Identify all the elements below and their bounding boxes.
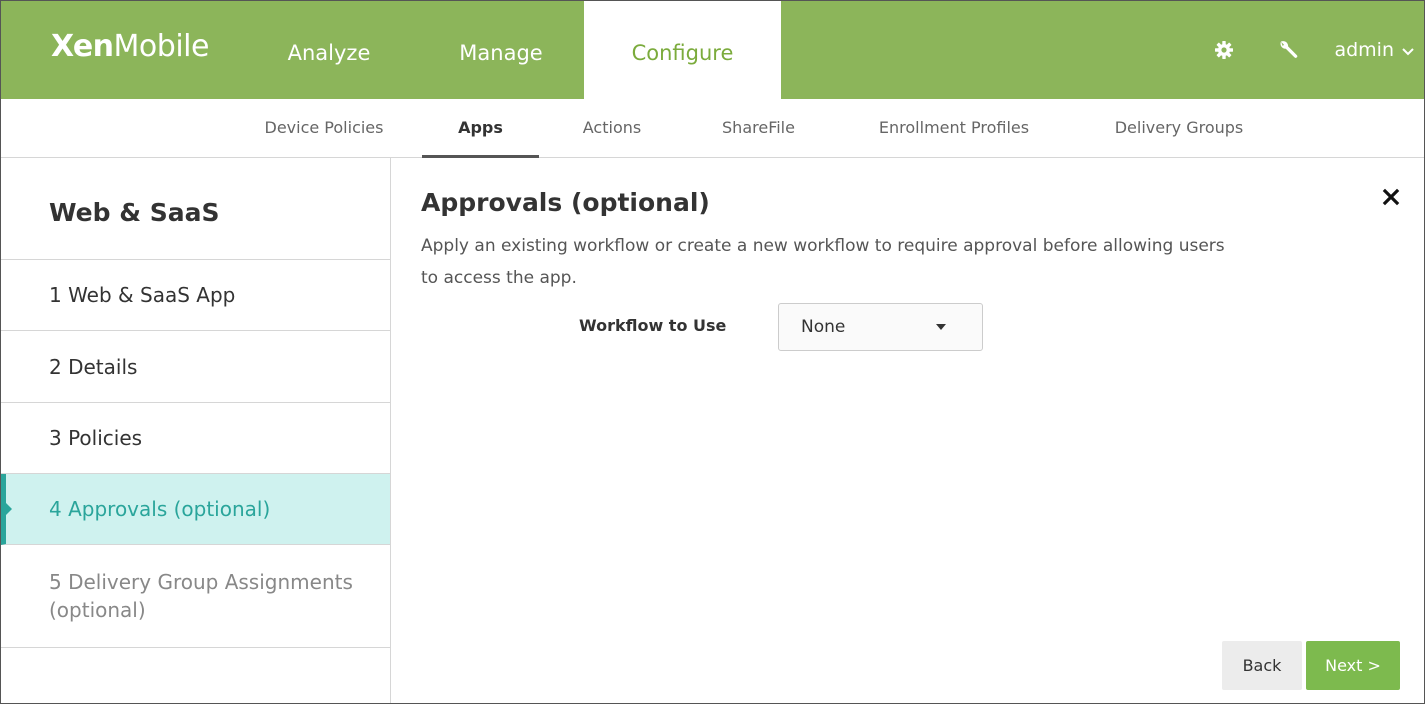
step-label: 5 Delivery Group Assignments (optional) (49, 570, 353, 622)
sidebar-title: Web & SaaS (1, 158, 390, 260)
step-delivery-group-assignments[interactable]: 5 Delivery Group Assignments (optional) (1, 545, 390, 648)
nav-manage[interactable]: Manage (421, 1, 581, 99)
sub-navigation: Device Policies Apps Actions ShareFile E… (1, 99, 1424, 158)
tab-sharefile[interactable]: ShareFile (701, 99, 816, 158)
page-title: Approvals (optional) (421, 188, 710, 217)
step-web-saas-app[interactable]: 1 Web & SaaS App (1, 260, 390, 331)
tab-enrollment-profiles[interactable]: Enrollment Profiles (859, 99, 1049, 158)
wizard-sidebar: Web & SaaS 1 Web & SaaS App 2 Details 3 … (1, 158, 391, 703)
step-policies[interactable]: 3 Policies (1, 403, 390, 474)
tab-delivery-groups[interactable]: Delivery Groups (1099, 99, 1259, 158)
step-label: 4 Approvals (optional) (49, 497, 271, 521)
workflow-label: Workflow to Use (579, 316, 727, 335)
step-approvals[interactable]: 4 Approvals (optional) (1, 474, 390, 545)
step-details[interactable]: 2 Details (1, 331, 390, 403)
top-navigation-bar: XenMobile Analyze Manage Configure admin (1, 1, 1424, 100)
tab-device-policies[interactable]: Device Policies (249, 99, 399, 158)
wrench-icon[interactable] (1268, 30, 1308, 70)
tab-actions[interactable]: Actions (567, 99, 657, 158)
xenmobile-logo: XenMobile (51, 29, 209, 64)
description-line: Apply an existing workflow or create a n… (421, 236, 1225, 256)
user-menu[interactable]: admin (1334, 39, 1414, 61)
workflow-selected-value: None (801, 317, 846, 337)
step-label: 1 Web & SaaS App (49, 283, 236, 307)
gear-icon[interactable] (1204, 30, 1244, 70)
next-button[interactable]: Next > (1306, 641, 1400, 690)
caret-down-icon (936, 324, 946, 330)
description-line: to access the app. (421, 268, 577, 288)
main-content: Approvals (optional) Apply an existing w… (391, 158, 1424, 703)
back-button[interactable]: Back (1222, 641, 1302, 690)
step-label: 3 Policies (49, 426, 143, 450)
step-label: 2 Details (49, 354, 138, 379)
user-name: admin (1334, 39, 1394, 61)
close-icon[interactable] (1380, 186, 1402, 208)
nav-configure[interactable]: Configure (584, 1, 781, 100)
chevron-down-icon (1402, 39, 1414, 61)
app-window: XenMobile Analyze Manage Configure admin… (0, 0, 1425, 704)
page-description: Apply an existing workflow or create a n… (421, 230, 1321, 294)
workflow-select[interactable]: None (778, 303, 983, 351)
nav-analyze[interactable]: Analyze (249, 1, 409, 99)
tab-apps[interactable]: Apps (422, 99, 539, 158)
